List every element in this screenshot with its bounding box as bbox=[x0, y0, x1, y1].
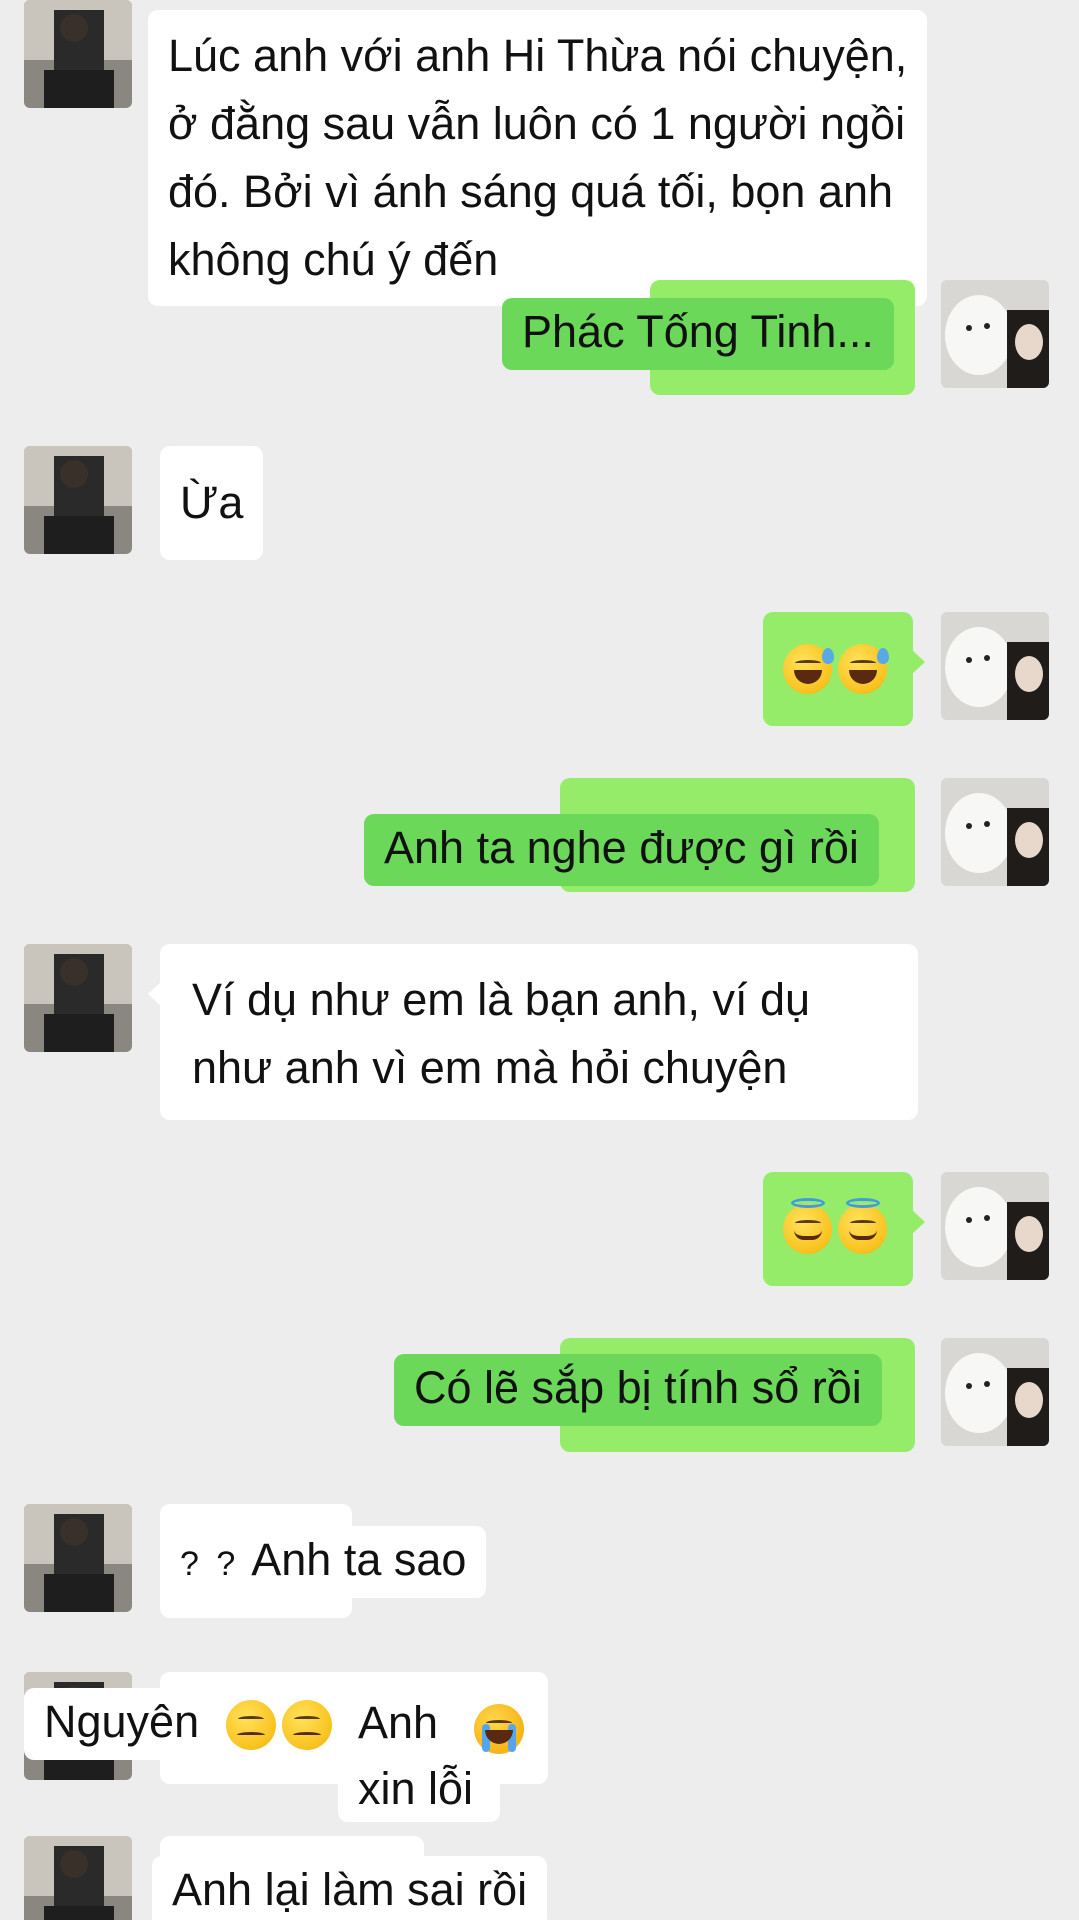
message-line: như anh vì em mà hỏi chuyện bbox=[192, 1042, 788, 1093]
received-message[interactable]: Ừa bbox=[160, 446, 264, 560]
message-text: Anh ta sao bbox=[251, 1534, 467, 1585]
sent-emoji-message[interactable] bbox=[763, 1172, 925, 1286]
self-avatar[interactable] bbox=[941, 280, 1049, 388]
received-message[interactable]: ? ? Anh ta sao bbox=[160, 1526, 487, 1598]
crying-emoji bbox=[474, 1704, 524, 1754]
question-marks: ? ? bbox=[180, 1545, 240, 1583]
sweat-smile-emoji bbox=[783, 644, 834, 694]
message-text: Nguyên bbox=[44, 1696, 200, 1747]
pensive-emoji bbox=[282, 1700, 332, 1750]
contact-avatar[interactable] bbox=[24, 1836, 132, 1920]
chat-thread[interactable]: Lúc anh với anh Hi Thừa nói chuyện, ở đằ… bbox=[0, 0, 1079, 1920]
halo-smile-emoji bbox=[783, 1198, 832, 1254]
contact-avatar[interactable] bbox=[24, 0, 132, 108]
received-message[interactable]: Nguyên bbox=[24, 1688, 220, 1760]
message-line: Anh bbox=[358, 1697, 439, 1748]
sweat-smile-emoji bbox=[838, 644, 889, 694]
received-message[interactable]: Anh lại làm sai rồi bbox=[152, 1856, 548, 1920]
message-line: xin lỗi bbox=[358, 1763, 474, 1814]
message-line: Ví dụ như em là bạn anh, ví dụ bbox=[192, 974, 811, 1025]
message-line: đó. Bởi vì ánh sáng quá tối, bọn anh bbox=[168, 166, 894, 217]
sent-message[interactable]: Phác Tống Tinh... bbox=[502, 298, 894, 370]
contact-avatar[interactable] bbox=[24, 446, 132, 554]
emoji-group bbox=[226, 1700, 338, 1750]
sent-message[interactable]: Có lẽ sắp bị tính sổ rồi bbox=[394, 1354, 882, 1426]
received-message[interactable]: Ví dụ như em là bạn anh, ví dụ như anh v… bbox=[148, 944, 918, 1120]
halo-smile-emoji bbox=[838, 1198, 887, 1254]
received-message[interactable]: Lúc anh với anh Hi Thừa nói chuyện, ở đằ… bbox=[148, 10, 928, 306]
sent-emoji-message[interactable] bbox=[763, 612, 925, 726]
self-avatar[interactable] bbox=[941, 612, 1049, 720]
message-text: Ừa bbox=[180, 477, 244, 528]
sent-message[interactable]: Anh ta nghe được gì rồi bbox=[364, 814, 879, 886]
pensive-emoji bbox=[226, 1700, 276, 1750]
message-line: ở đằng sau vẫn luôn có 1 người ngồi bbox=[168, 98, 906, 149]
self-avatar[interactable] bbox=[941, 1338, 1049, 1446]
message-text: Có lẽ sắp bị tính sổ rồi bbox=[414, 1362, 862, 1413]
crying-emoji-wrap bbox=[474, 1704, 530, 1754]
message-line: Lúc anh với anh Hi Thừa nói chuyện, bbox=[168, 30, 908, 81]
contact-avatar[interactable] bbox=[24, 944, 132, 1052]
self-avatar[interactable] bbox=[941, 778, 1049, 886]
message-text: Anh ta nghe được gì rồi bbox=[384, 822, 859, 873]
message-text: Anh lại làm sai rồi bbox=[172, 1864, 528, 1915]
message-text: Phác Tống Tinh... bbox=[522, 306, 874, 357]
self-avatar[interactable] bbox=[941, 1172, 1049, 1280]
contact-avatar[interactable] bbox=[24, 1504, 132, 1612]
